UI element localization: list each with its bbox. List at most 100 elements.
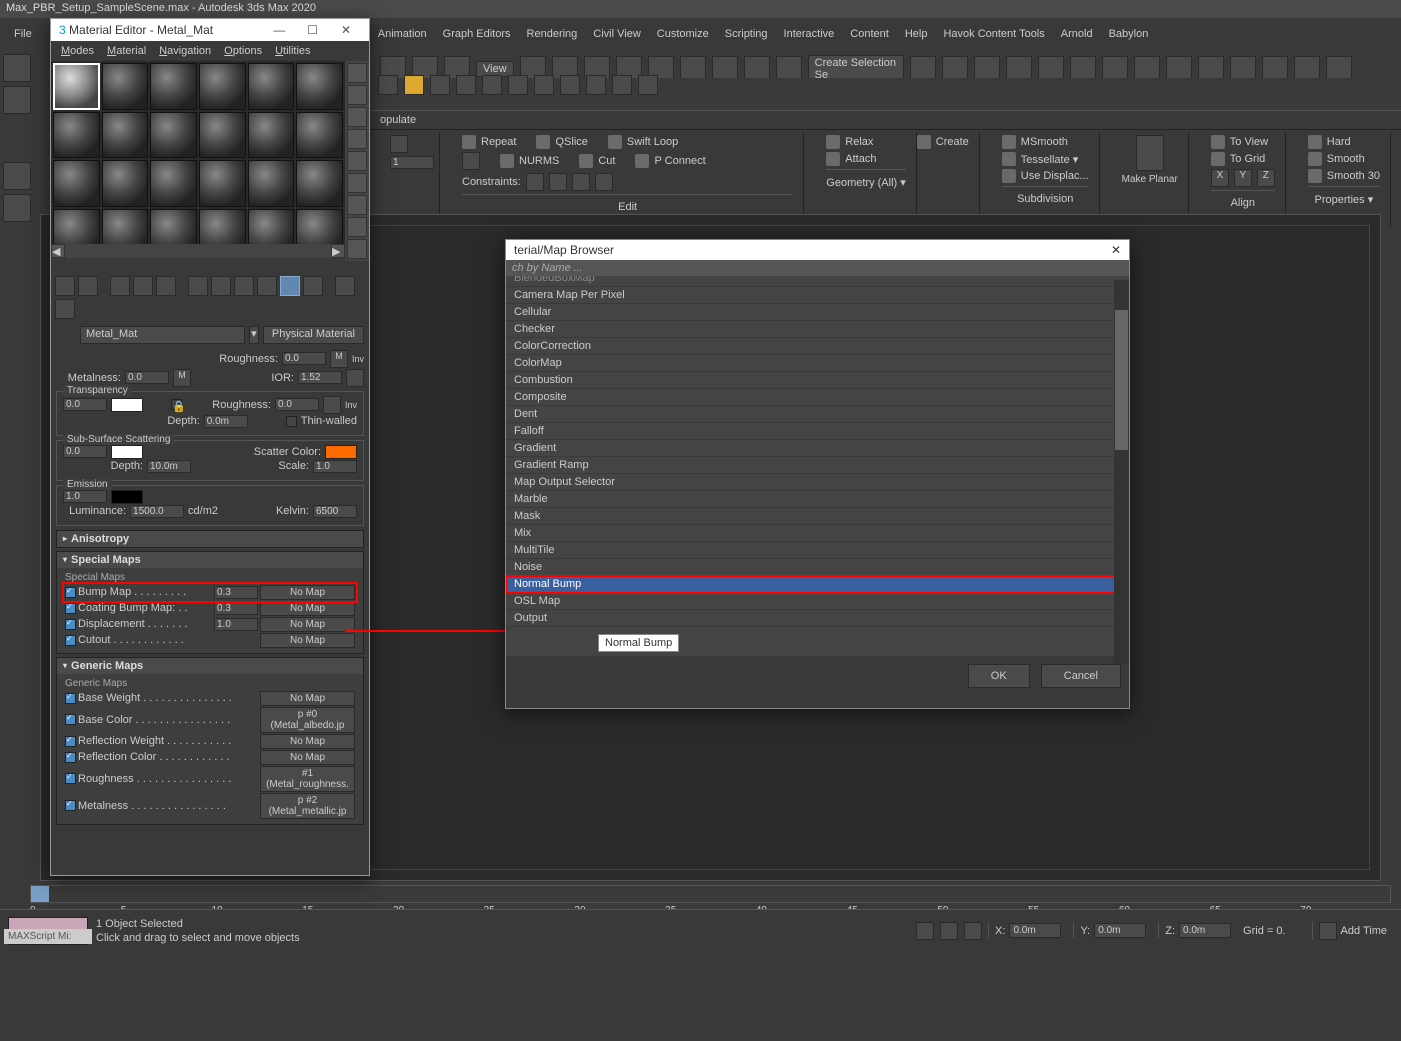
lt-btn-3[interactable] xyxy=(3,162,31,190)
edge-mode-icon[interactable] xyxy=(390,135,408,153)
to-grid-button[interactable]: To Grid xyxy=(1211,152,1275,166)
thin-walled-check[interactable] xyxy=(286,416,297,427)
map-item-colorcorrection[interactable]: ColorCorrection xyxy=(506,338,1129,355)
relax-button[interactable]: Relax xyxy=(826,135,905,149)
sample-slot-6[interactable] xyxy=(53,112,100,159)
menu-rendering[interactable]: Rendering xyxy=(527,28,578,42)
delete-icon[interactable] xyxy=(156,276,176,296)
transparency-spinner[interactable]: 0.0 xyxy=(63,398,107,411)
mat-id-icon[interactable] xyxy=(257,276,277,296)
lt-btn-2[interactable] xyxy=(3,86,31,114)
sample-slot-15[interactable] xyxy=(199,160,246,207)
tb2-7[interactable] xyxy=(534,75,554,95)
map-item-mix[interactable]: Mix xyxy=(506,525,1129,542)
displacement-check[interactable] xyxy=(65,619,76,630)
scatter-color-swatch[interactable] xyxy=(325,445,357,459)
tb2-3[interactable] xyxy=(430,75,450,95)
smooth30-button[interactable]: Smooth 30 xyxy=(1308,169,1380,183)
reset-icon[interactable] xyxy=(133,276,153,296)
tb2-11[interactable] xyxy=(638,75,658,95)
menu-help[interactable]: Help xyxy=(905,28,928,42)
kelvin-spinner[interactable]: 6500 xyxy=(313,505,357,518)
close-icon[interactable]: ✕ xyxy=(331,23,361,37)
menu-content[interactable]: Content xyxy=(850,28,889,42)
sss-color[interactable] xyxy=(111,445,143,459)
video-color-icon[interactable] xyxy=(347,151,367,171)
align-y-button[interactable]: Y xyxy=(1234,169,1252,187)
sss-depth-spinner[interactable]: 10.0m xyxy=(147,460,191,473)
scrollbar-thumb[interactable] xyxy=(1115,310,1128,450)
map-item-blendedbox[interactable]: BlendedBoxMap xyxy=(506,276,1129,287)
map-item-falloff[interactable]: Falloff xyxy=(506,423,1129,440)
emission-spinner[interactable]: 1.0 xyxy=(63,490,107,503)
metalness-m-btn[interactable]: M xyxy=(173,369,191,387)
me-menu-options[interactable]: Options xyxy=(224,45,262,57)
base-color-map-button[interactable]: p #0 (Metal_albedo.jp xyxy=(260,707,355,733)
sample-slot-10[interactable] xyxy=(248,112,295,159)
map-item-checker[interactable]: Checker xyxy=(506,321,1129,338)
constraint-edge-icon[interactable] xyxy=(549,173,567,191)
refl-weight-map-button[interactable]: No Map xyxy=(260,734,355,749)
timeline-slider-handle[interactable] xyxy=(31,886,49,902)
constraint-face-icon[interactable] xyxy=(572,173,590,191)
tb2-4[interactable] xyxy=(456,75,476,95)
coating-bump-check[interactable] xyxy=(65,603,76,614)
material-type-button[interactable]: Physical Material xyxy=(263,326,364,344)
bump-map-button[interactable]: No Map xyxy=(260,585,355,600)
ior-spinner[interactable]: 1.52 xyxy=(298,371,342,384)
menu-customize[interactable]: Customize xyxy=(657,28,709,42)
bump-map-spinner[interactable]: 0.3 xyxy=(214,586,258,599)
minimize-icon[interactable]: — xyxy=(264,23,294,37)
cut-button[interactable]: Cut xyxy=(579,152,615,170)
menu-interactive[interactable]: Interactive xyxy=(784,28,835,42)
me-menu-material[interactable]: Material xyxy=(107,45,146,57)
menu-babylon[interactable]: Babylon xyxy=(1109,28,1149,42)
menu-scripting[interactable]: Scripting xyxy=(725,28,768,42)
sample-slot-5[interactable] xyxy=(296,63,343,110)
ior-m-btn[interactable] xyxy=(346,369,364,387)
lt-btn-1[interactable] xyxy=(3,54,31,82)
sample-slot-16[interactable] xyxy=(248,160,295,207)
sample-slot-14[interactable] xyxy=(150,160,197,207)
make-copy-icon[interactable] xyxy=(188,276,208,296)
pick-icon[interactable] xyxy=(56,326,76,344)
anisotropy-rollout[interactable]: Anisotropy xyxy=(57,531,363,547)
map-item-marble[interactable]: Marble xyxy=(506,491,1129,508)
paint-connect-icon[interactable] xyxy=(462,152,480,170)
map-browser-scrollbar[interactable] xyxy=(1114,280,1129,664)
lt-btn-4[interactable] xyxy=(3,194,31,222)
me-menu-utilities[interactable]: Utilities xyxy=(275,45,310,57)
map-item-dent[interactable]: Dent xyxy=(506,406,1129,423)
swiftloop-button[interactable]: Swift Loop xyxy=(608,135,678,149)
sample-slot-0[interactable] xyxy=(53,63,100,110)
nurms-button[interactable]: NURMS xyxy=(500,152,559,170)
generic-maps-rollout[interactable]: Generic Maps xyxy=(57,658,363,674)
trans-roughness-spinner[interactable]: 0.0 xyxy=(275,398,319,411)
select-by-mat-icon[interactable] xyxy=(347,217,367,237)
isolate-icon[interactable] xyxy=(916,922,934,940)
map-item-gradient[interactable]: Gradient xyxy=(506,440,1129,457)
sample-slot-4[interactable] xyxy=(248,63,295,110)
timeline-ruler[interactable] xyxy=(30,885,1391,903)
map-item-combustion[interactable]: Combustion xyxy=(506,372,1129,389)
put-to-scene-icon[interactable] xyxy=(78,276,98,296)
map-item-mapoutput[interactable]: Map Output Selector xyxy=(506,474,1129,491)
addtime-icon[interactable] xyxy=(1319,922,1337,940)
align-z-button[interactable]: Z xyxy=(1257,169,1275,187)
backlight-icon[interactable] xyxy=(347,85,367,105)
tb2-6[interactable] xyxy=(508,75,528,95)
make-planar-icon[interactable] xyxy=(1136,135,1164,171)
metalness-map-button[interactable]: p #2 (Metal_metallic.jp xyxy=(260,793,355,819)
close-icon[interactable]: ✕ xyxy=(1111,243,1121,257)
get-material-icon[interactable] xyxy=(55,276,75,296)
metalness-spinner[interactable]: 0.0 xyxy=(125,371,169,384)
map-browser-search[interactable]: ch by Name ... xyxy=(506,260,1129,276)
use-displace-button[interactable]: Use Displac... xyxy=(1002,169,1089,183)
roughness-m-btn[interactable]: M xyxy=(330,350,348,368)
tb2-9[interactable] xyxy=(586,75,606,95)
show-end-result-icon[interactable] xyxy=(303,276,323,296)
align-x-button[interactable]: X xyxy=(1211,169,1229,187)
special-maps-rollout[interactable]: Special Maps xyxy=(57,552,363,568)
put-to-lib-icon[interactable] xyxy=(234,276,254,296)
maximize-icon[interactable]: ☐ xyxy=(298,23,328,37)
